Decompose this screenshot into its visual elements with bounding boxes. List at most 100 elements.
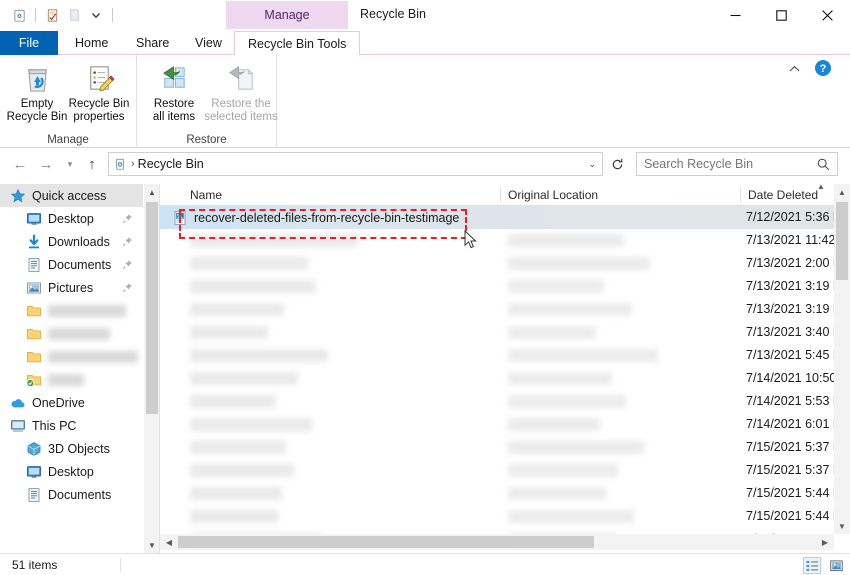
sidebar-item-documents[interactable]: Documents [0, 483, 143, 506]
file-name-cell[interactable] [170, 459, 294, 482]
sidebar-item-redacted-6[interactable] [0, 322, 143, 345]
sidebar-item-3d-objects[interactable]: 3D Objects [0, 437, 143, 460]
sidebar-item-pictures[interactable]: Pictures [0, 276, 143, 299]
file-list-scrollbar-thumb[interactable] [836, 202, 848, 280]
help-icon[interactable]: ? [814, 59, 832, 77]
file-name-cell[interactable] [170, 252, 308, 275]
scroll-right-icon[interactable]: ▶ [817, 534, 833, 550]
file-name-cell[interactable] [170, 413, 312, 436]
up-button[interactable]: ↑ [82, 155, 102, 173]
sidebar-item-downloads[interactable]: Downloads [0, 230, 143, 253]
properties-icon[interactable] [41, 4, 63, 26]
scroll-up-icon[interactable]: ▲ [834, 184, 850, 200]
redacted-original-location [508, 349, 658, 362]
column-header-original-location[interactable]: Original Location [500, 184, 598, 206]
scrollbar-thumb[interactable] [146, 202, 158, 414]
tab-view[interactable]: View [182, 31, 235, 55]
table-row[interactable]: 7/13/2021 11:42 [160, 229, 834, 252]
contextual-tab-header: Manage [226, 1, 348, 29]
file-name-cell[interactable] [170, 436, 286, 459]
sidebar-item-desktop[interactable]: Desktop [0, 460, 143, 483]
back-button[interactable]: ← [10, 155, 30, 173]
search-icon[interactable] [816, 157, 831, 175]
search-box[interactable]: Search Recycle Bin [636, 152, 838, 176]
sidebar-item-quick-access[interactable]: Quick access [0, 184, 143, 207]
file-name-cell[interactable] [170, 482, 282, 505]
tab-share[interactable]: Share [123, 31, 182, 55]
close-button[interactable] [804, 0, 850, 30]
table-row[interactable]: 7/13/2021 3:40 P [160, 321, 834, 344]
table-row[interactable]: 7/14/2021 5:53 P [160, 390, 834, 413]
table-row[interactable]: 7/15/2021 5:44 P [160, 505, 834, 528]
documents-icon [24, 487, 44, 503]
tab-recycle-bin-tools[interactable]: Recycle Bin Tools [234, 31, 361, 56]
file-name-cell[interactable] [170, 298, 284, 321]
sidebar-item-redacted-7[interactable] [0, 345, 143, 368]
column-header-name[interactable]: Name [182, 184, 222, 206]
empty-recycle-bin-button[interactable]: Empty Recycle Bin [2, 59, 72, 127]
file-list-scrollbar[interactable]: ▲ ▼ [834, 184, 850, 534]
table-row[interactable]: 7/13/2021 5:45 P [160, 344, 834, 367]
column-header-date-deleted[interactable]: Date Deleted [740, 184, 818, 206]
sidebar-item-redacted-8[interactable] [0, 368, 143, 391]
file-name-cell[interactable] [170, 275, 316, 298]
breadcrumb-recycle-bin[interactable]: Recycle Bin [138, 157, 204, 171]
restore-selected-items-label-1: Restore the [211, 98, 271, 110]
details-view-button[interactable] [803, 557, 821, 574]
recent-locations-button[interactable]: ▾ [60, 155, 80, 173]
address-input[interactable]: › Recycle Bin ⌄ [108, 152, 603, 176]
maximize-button[interactable] [758, 0, 804, 30]
chevron-down-icon[interactable]: ⌄ [588, 159, 596, 170]
sidebar-item-this-pc[interactable]: This PC [0, 414, 143, 437]
navigation-pane-scrollbar[interactable]: ▲ ▼ [143, 184, 160, 553]
file-name-cell[interactable] [170, 229, 358, 252]
table-row[interactable]: 7/15/2021 5:37 P [160, 436, 834, 459]
sidebar-item-desktop[interactable]: Desktop [0, 207, 143, 230]
file-name-cell[interactable] [170, 321, 268, 344]
large-icons-view-button[interactable] [827, 557, 845, 574]
scroll-down-icon[interactable]: ▼ [144, 537, 160, 553]
file-name-cell[interactable] [170, 390, 276, 413]
horizontal-scrollbar-thumb[interactable] [178, 536, 594, 548]
recycle-bin-icon[interactable] [8, 4, 30, 26]
table-row[interactable]: 7/13/2021 3:19 P [160, 275, 834, 298]
horizontal-scrollbar[interactable]: ◀ ▶ [160, 534, 834, 550]
scroll-left-icon[interactable]: ◀ [161, 534, 177, 550]
pin-icon[interactable] [122, 259, 133, 273]
table-row[interactable]: recover-deleted-files-from-recycle-bin-t… [160, 206, 834, 229]
table-row[interactable]: 7/15/2021 5:37 P [160, 459, 834, 482]
tab-file[interactable]: File [0, 31, 58, 55]
svg-text:?: ? [820, 63, 827, 75]
sidebar-item-documents[interactable]: Documents [0, 253, 143, 276]
customize-dropdown-icon[interactable] [85, 4, 107, 26]
tab-home[interactable]: Home [62, 31, 121, 55]
sidebar-item-onedrive[interactable]: OneDrive [0, 391, 143, 414]
table-row[interactable]: 7/14/2021 6:01 P [160, 413, 834, 436]
redacted-file-name [190, 464, 294, 477]
minimize-button[interactable] [712, 0, 758, 30]
pin-icon[interactable] [122, 213, 133, 227]
file-name-cell[interactable]: recover-deleted-files-from-recycle-bin-t… [170, 206, 459, 229]
table-row[interactable]: 7/15/2021 5:44 P [160, 482, 834, 505]
file-name-cell[interactable] [170, 505, 278, 528]
table-row[interactable]: 7/13/2021 3:19 P [160, 298, 834, 321]
scroll-up-icon[interactable]: ▲ [144, 184, 160, 200]
restore-all-items-button[interactable]: Restore all items [139, 59, 209, 127]
new-folder-icon[interactable] [63, 4, 85, 26]
scroll-down-icon[interactable]: ▼ [834, 518, 850, 534]
restore-all-items-label-2: all items [152, 111, 196, 123]
file-name-cell[interactable] [170, 367, 298, 390]
table-row[interactable]: 7/13/2021 2:00 P [160, 252, 834, 275]
forward-button[interactable]: → [36, 155, 56, 173]
pin-icon[interactable] [122, 282, 133, 296]
table-row[interactable]: 7/14/2021 10:50 [160, 367, 834, 390]
refresh-button[interactable] [607, 154, 627, 174]
chevron-up-icon[interactable] [785, 61, 803, 77]
file-name-cell[interactable] [170, 344, 328, 367]
search-input[interactable]: Search Recycle Bin [637, 157, 753, 171]
sidebar-item-redacted-5[interactable] [0, 299, 143, 322]
pin-icon[interactable] [122, 236, 133, 250]
navigation-pane[interactable]: Quick access Desktop Downloads Documents Pic… [0, 184, 143, 553]
recycle-bin-properties-button[interactable]: Recycle Bin properties [64, 59, 134, 127]
file-list-pane[interactable]: Name Original Location Date Deleted ▲ re… [160, 184, 834, 553]
